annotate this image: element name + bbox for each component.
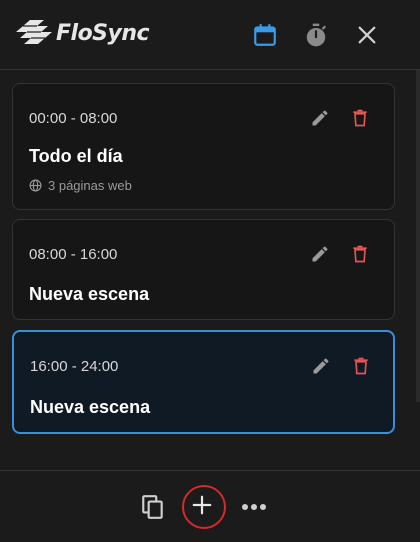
- edit-scene-button[interactable]: [309, 106, 331, 130]
- trash-icon: [354, 357, 368, 375]
- scene-title: Todo el día: [29, 146, 123, 166]
- pencil-icon: [312, 246, 328, 262]
- footer-toolbar: [0, 470, 420, 542]
- more-icon: [242, 504, 266, 510]
- scene-meta: 3 páginas web: [29, 178, 132, 193]
- pencil-icon: [313, 358, 329, 374]
- scene-card[interactable]: 00:00 - 08:00 Todo el día 3 páginas web: [12, 83, 395, 210]
- scene-card-active[interactable]: 16:00 - 24:00 Nueva escena: [12, 330, 395, 434]
- scene-card[interactable]: 08:00 - 16:00 Nueva escena: [12, 219, 395, 320]
- logo-mark-icon: [16, 20, 52, 44]
- scrollbar-track[interactable]: [416, 70, 420, 402]
- more-options-button[interactable]: [239, 493, 269, 521]
- scene-time-range: 16:00 - 24:00: [30, 358, 119, 375]
- app-logo: FloSync: [14, 18, 150, 48]
- add-scene-button[interactable]: [182, 485, 226, 529]
- calendar-icon: [254, 24, 276, 46]
- delete-scene-button[interactable]: [350, 354, 372, 378]
- timer-icon: [306, 23, 326, 47]
- close-icon: [358, 26, 376, 44]
- add-icon: [192, 495, 212, 515]
- app-name: FloSync: [56, 20, 150, 46]
- app-window: FloSync 00:00 - 08:00 Todo el día 3 pági…: [0, 0, 420, 542]
- header-bar: FloSync: [0, 0, 420, 70]
- pencil-icon: [312, 110, 328, 126]
- edit-scene-button[interactable]: [310, 354, 332, 378]
- delete-scene-button[interactable]: [349, 106, 371, 130]
- scene-webpages-count: 3 páginas web: [48, 178, 132, 193]
- duplicate-button[interactable]: [139, 493, 167, 521]
- scene-title: Nueva escena: [29, 284, 150, 304]
- trash-icon: [353, 109, 367, 127]
- edit-scene-button[interactable]: [309, 242, 331, 266]
- trash-icon: [353, 245, 367, 263]
- scene-time-range: 08:00 - 16:00: [29, 246, 118, 263]
- close-button[interactable]: [353, 21, 381, 49]
- scene-time-range: 00:00 - 08:00: [29, 110, 118, 127]
- calendar-button[interactable]: [251, 21, 279, 49]
- timer-button[interactable]: [302, 21, 330, 49]
- delete-scene-button[interactable]: [349, 242, 371, 266]
- scene-title: Nueva escena: [30, 397, 151, 417]
- copy-icon: [142, 495, 163, 519]
- globe-icon: [29, 179, 42, 192]
